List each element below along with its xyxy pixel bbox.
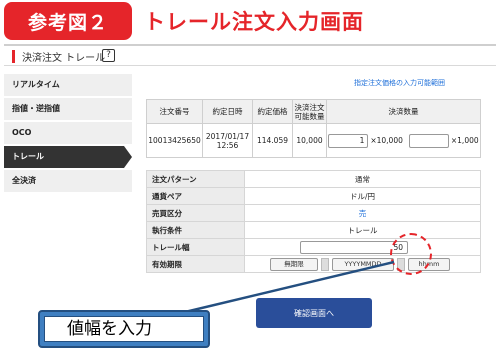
exec-datetime: 2017/01/17 12:56 [202, 123, 253, 158]
help-icon[interactable]: ? [102, 49, 115, 62]
order-number: 10013425650 [146, 123, 203, 158]
label-exec-condition: 執行条件 [146, 221, 245, 239]
value-side: 売 [244, 204, 481, 222]
label-expiry: 有効期限 [146, 255, 245, 273]
figure-title: トレール注文入力画面 [144, 10, 364, 34]
table-row: 10013425650 2017/01/17 12:56 114.059 10,… [146, 123, 481, 158]
sidebar-item-close-all[interactable]: 全決済 [4, 170, 132, 192]
price-range-link[interactable]: 指定注文価格の入力可能範囲 [354, 78, 445, 88]
sidebar-item-oco[interactable]: OCO [4, 122, 132, 144]
unit-10000: ×10,000 [370, 136, 403, 145]
header-close-qty: 決済数量 [326, 99, 481, 124]
expiry-cell: 無期限 YYYYMMDD hhmm [244, 255, 481, 273]
header-accent-bar [12, 50, 15, 63]
exec-price: 114.059 [252, 123, 293, 158]
expiry-date-input[interactable]: YYYYMMDD [332, 257, 394, 271]
screen-title: 決済注文 トレール [22, 53, 106, 64]
value-order-pattern: 通常 [244, 170, 481, 188]
value-currency-pair: ドル/円 [244, 187, 481, 205]
header-exec-datetime: 約定日時 [202, 99, 253, 124]
header-exec-price: 約定価格 [252, 99, 293, 124]
label-side: 売買区分 [146, 204, 245, 222]
available-qty: 10,000 [292, 123, 327, 158]
close-qty-1000-input[interactable] [408, 133, 449, 148]
unit-1000: ×1,000 [450, 136, 479, 145]
label-trail-width: トレール幅 [146, 238, 245, 256]
close-qty-10000-input[interactable]: 1 [328, 133, 369, 148]
sidebar-item-trail[interactable]: トレール [4, 146, 132, 168]
exec-time: 12:56 [216, 140, 239, 150]
screen-header: 決済注文 トレール ? [4, 44, 496, 66]
callout-text: 値幅を入力 [44, 316, 204, 342]
exec-date: 2017/01/17 [205, 131, 250, 141]
expiry-indefinite-button[interactable]: 無期限 [270, 257, 318, 271]
expiry-dropdown-arrow[interactable] [321, 257, 329, 271]
header-order-no: 注文番号 [146, 99, 203, 124]
order-table: 注文番号 約定日時 約定価格 決済注文 可能数量 決済数量 1001342565… [146, 99, 481, 158]
value-exec-condition: トレール [244, 221, 481, 239]
trail-width-highlight [390, 233, 432, 275]
label-order-pattern: 注文パターン [146, 170, 245, 188]
confirm-button[interactable]: 確認画面へ [256, 298, 372, 328]
callout-box: 値幅を入力 [38, 310, 210, 348]
trail-width-cell: 50 [244, 238, 481, 256]
sidebar-item-realtime[interactable]: リアルタイム [4, 74, 132, 96]
order-type-sidebar: リアルタイム 指値・逆指値 OCO トレール 全決済 [4, 74, 132, 194]
figure-badge: 参考図２ [4, 2, 132, 40]
close-qty-cell: 1 ×10,000 ×1,000 [326, 123, 481, 158]
sidebar-item-limit-stop[interactable]: 指値・逆指値 [4, 98, 132, 120]
label-currency-pair: 通貨ペア [146, 187, 245, 205]
header-available-qty: 決済注文 可能数量 [292, 99, 327, 124]
